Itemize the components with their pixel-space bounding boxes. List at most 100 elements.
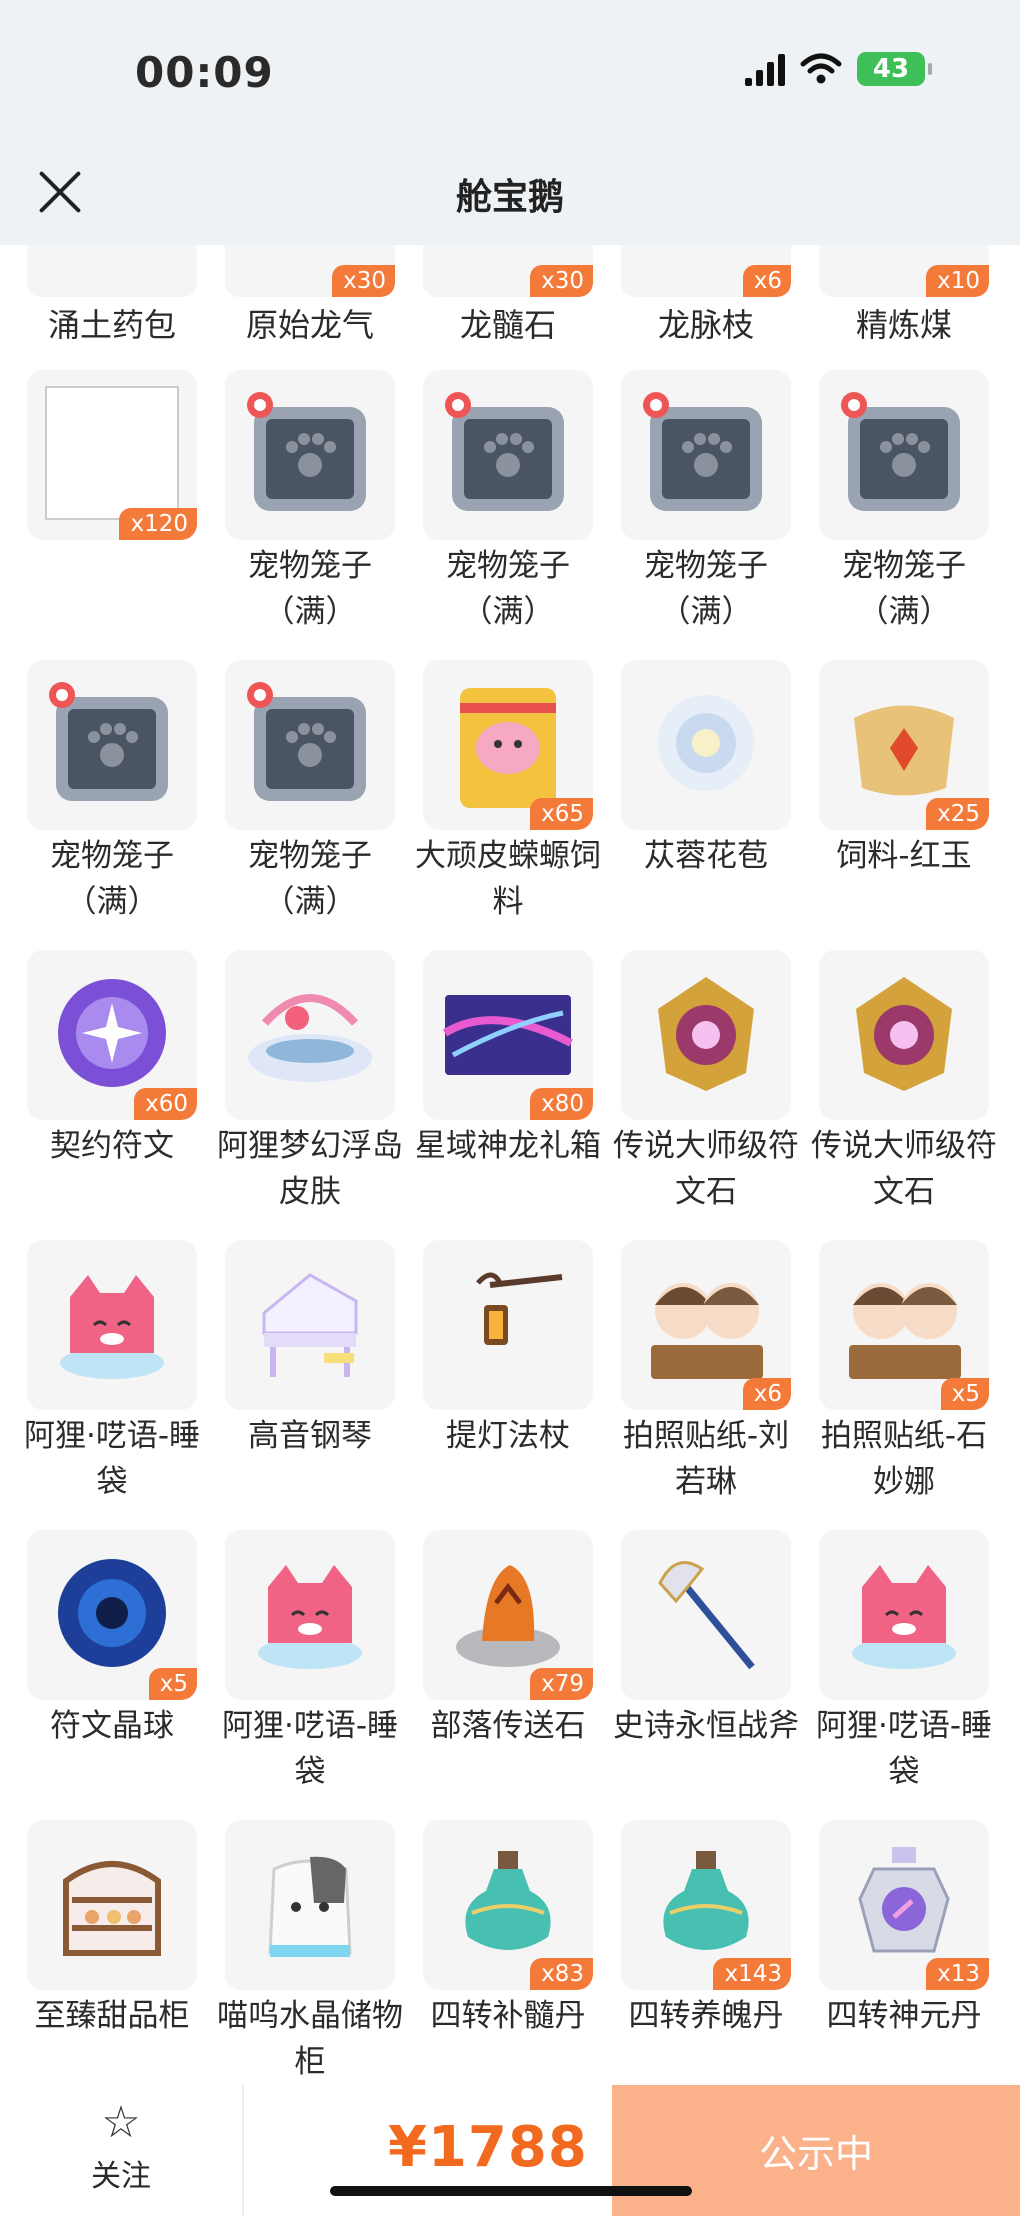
quantity-badge: x120 xyxy=(119,508,197,540)
item-tile[interactable] xyxy=(621,950,791,1120)
item-cell[interactable]: x120 xyxy=(14,370,210,543)
item-cell[interactable]: x60 契约符文 xyxy=(14,950,210,1169)
item-tile[interactable]: x5 xyxy=(27,1530,197,1700)
cellular-signal-icon xyxy=(745,52,785,86)
top-bar: 00:09 43 舱宝鹅 xyxy=(0,0,1020,245)
item-cell[interactable]: 喵呜水晶储物柜 xyxy=(212,1820,408,2085)
item-tile[interactable] xyxy=(819,950,989,1120)
item-tile[interactable] xyxy=(225,370,395,540)
item-cell[interactable]: 阿狸梦幻浮岛皮肤 xyxy=(212,950,408,1215)
quantity-badge: x6 xyxy=(742,265,791,297)
quantity-badge: x30 xyxy=(530,265,593,297)
item-cell[interactable]: 传说大师级符文石 xyxy=(806,950,1002,1215)
item-tile[interactable]: x80 xyxy=(423,950,593,1120)
item-tile[interactable] xyxy=(225,950,395,1120)
item-cell[interactable]: x25 饲料-红玉 xyxy=(806,660,1002,879)
item-tile[interactable] xyxy=(27,660,197,830)
item-tile[interactable]: x5 xyxy=(819,1240,989,1410)
status-time: 00:09 xyxy=(135,48,274,97)
item-name: 宠物笼子（满） xyxy=(644,548,768,630)
item-tile[interactable]: x143 xyxy=(621,1820,791,1990)
item-name: 拍照贴纸-石妙娜 xyxy=(820,1418,988,1500)
item-cell[interactable]: 宠物笼子（满） xyxy=(608,370,804,635)
pet-cage-icon xyxy=(42,673,182,817)
item-cell[interactable]: 高音钢琴 xyxy=(212,1240,408,1459)
item-tile[interactable]: x60 xyxy=(27,950,197,1120)
item-tile[interactable] xyxy=(423,370,593,540)
item-cell[interactable]: 宠物笼子（满） xyxy=(14,660,210,925)
item-cell[interactable]: x143 四转养魄丹 xyxy=(608,1820,804,2039)
item-tile[interactable] xyxy=(27,245,197,297)
item-name: 契约符文 xyxy=(50,1128,174,1164)
item-cell[interactable]: 史诗永恒战斧 xyxy=(608,1530,804,1749)
item-name: 传说大师级符文石 xyxy=(613,1128,799,1210)
item-cell[interactable]: x5 符文晶球 xyxy=(14,1530,210,1749)
item-tile[interactable]: x83 xyxy=(423,1820,593,1990)
item-tile[interactable]: x120 xyxy=(27,370,197,540)
item-cell[interactable]: x83 四转补髓丹 xyxy=(410,1820,606,2039)
item-cell[interactable]: x80 星域神龙礼箱 xyxy=(410,950,606,1169)
item-tile[interactable] xyxy=(819,1530,989,1700)
item-name: 符文晶球 xyxy=(50,1708,174,1744)
blank-frame-icon xyxy=(42,383,182,527)
item-cell[interactable]: x6 拍照贴纸-刘若琳 xyxy=(608,1240,804,1505)
item-name: 部落传送石 xyxy=(430,1708,586,1744)
item-cell[interactable]: 阿狸·呓语-睡袋 xyxy=(14,1240,210,1505)
item-tile[interactable]: x6 xyxy=(621,1240,791,1410)
item-cell[interactable]: 传说大师级符文石 xyxy=(608,950,804,1215)
item-cell[interactable]: 提灯法杖 xyxy=(410,1240,606,1459)
item-tile[interactable] xyxy=(225,1530,395,1700)
teleport-stone-icon xyxy=(438,1543,578,1687)
item-tile[interactable]: x65 xyxy=(423,660,593,830)
item-tile[interactable] xyxy=(621,1530,791,1700)
item-cell[interactable]: 宠物笼子（满） xyxy=(212,370,408,635)
item-cell[interactable]: x65 大顽皮蝾螈饲料 xyxy=(410,660,606,925)
item-name: 龙髓石 xyxy=(459,306,556,344)
item-name: 四转神元丹 xyxy=(826,1998,982,2034)
item-cell[interactable]: x13 四转神元丹 xyxy=(806,1820,1002,2039)
item-tile[interactable]: x79 xyxy=(423,1530,593,1700)
publicity-status-button[interactable]: 公示中 xyxy=(612,2085,1020,2216)
item-cell[interactable]: 阿狸·呓语-睡袋 xyxy=(212,1530,408,1795)
item-cell[interactable]: 宠物笼子（满） xyxy=(806,370,1002,635)
fox-sleeping-bag-icon xyxy=(834,1543,974,1687)
item-tile[interactable] xyxy=(225,1820,395,1990)
item-cell[interactable]: x79 部落传送石 xyxy=(410,1530,606,1749)
item-tile[interactable]: x30 xyxy=(225,245,395,297)
item-name: 阿狸·呓语-睡袋 xyxy=(815,1708,993,1790)
item-tile[interactable] xyxy=(225,660,395,830)
ruby-feed-icon xyxy=(834,673,974,817)
item-tile[interactable]: x30 xyxy=(423,245,593,297)
follow-button[interactable]: ☆ 关注 xyxy=(0,2085,244,2216)
item-tile[interactable] xyxy=(423,1240,593,1410)
item-tile[interactable]: x10 xyxy=(819,245,989,297)
item-cell[interactable]: 至臻甜品柜 xyxy=(14,1820,210,2039)
item-tile[interactable] xyxy=(621,370,791,540)
battery-level: 43 xyxy=(872,54,910,84)
item-cell[interactable]: 宠物笼子（满） xyxy=(410,370,606,635)
item-tile[interactable] xyxy=(27,1240,197,1410)
item-tile[interactable]: x6 xyxy=(621,245,791,297)
item-cell[interactable]: 苁蓉花苞 xyxy=(608,660,804,879)
item-name: 涌土药包 xyxy=(47,306,176,344)
item-tile[interactable]: x13 xyxy=(819,1820,989,1990)
item-name: 喵呜水晶储物柜 xyxy=(217,1998,403,2080)
quantity-badge: x65 xyxy=(530,798,593,830)
item-tile[interactable] xyxy=(225,1240,395,1410)
item-cell[interactable]: x5 拍照贴纸-石妙娜 xyxy=(806,1240,1002,1505)
item-tile[interactable]: x25 xyxy=(819,660,989,830)
pet-cage-icon xyxy=(438,383,578,527)
rune-stone-icon xyxy=(636,963,776,1107)
page-title: 舱宝鹅 xyxy=(455,177,564,218)
item-name: 苁蓉花苞 xyxy=(644,838,768,874)
item-tile[interactable] xyxy=(27,1820,197,1990)
quantity-badge: x6 xyxy=(742,1378,791,1410)
item-name: 阿狸梦幻浮岛皮肤 xyxy=(217,1128,403,1210)
item-cell[interactable]: 阿狸·呓语-睡袋 xyxy=(806,1530,1002,1795)
item-tile[interactable] xyxy=(819,370,989,540)
item-cell[interactable]: 宠物笼子（满） xyxy=(212,660,408,925)
item-name: 提灯法杖 xyxy=(446,1418,570,1454)
item-tile[interactable] xyxy=(621,660,791,830)
quantity-badge: x13 xyxy=(926,1958,989,1990)
item-name: 阿狸·呓语-睡袋 xyxy=(221,1708,399,1790)
